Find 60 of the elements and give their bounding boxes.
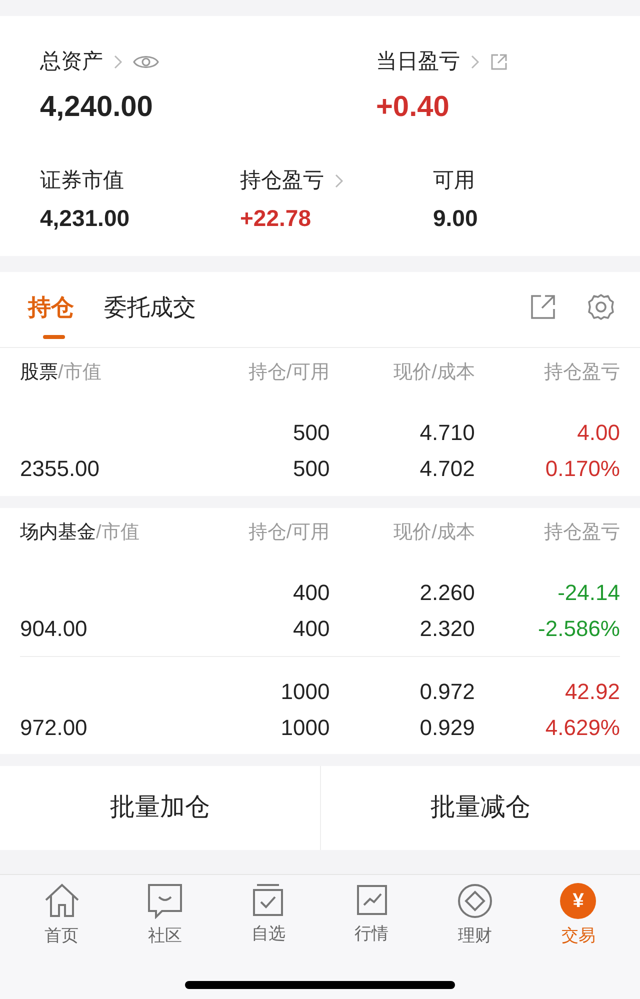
column-header: 股票/市值 (20, 362, 102, 383)
table-cell: 1000 (280, 678, 330, 706)
tab[interactable]: 委托成交 (104, 290, 196, 338)
batch-button[interactable]: 批量减仓 (320, 766, 640, 850)
share-icon[interactable] (530, 294, 556, 320)
table-cell: 4.702 (420, 455, 475, 483)
total-assets-label: 总资产 (40, 49, 103, 75)
table-cell: 904.00 (20, 615, 88, 643)
table-cell: 0.929 (420, 714, 475, 742)
table-cell: 0.170% (545, 455, 620, 483)
column-header: 场内基金/市值 (20, 522, 140, 543)
chevron-icon (470, 54, 480, 70)
home-icon (42, 883, 81, 919)
table-cell: 2355.00 (20, 455, 100, 483)
table-cell: 0.972 (420, 678, 475, 706)
chat-bubble-icon (146, 883, 183, 919)
column-header: 现价/成本 (394, 522, 475, 543)
column-header: 持仓盈亏 (544, 522, 620, 543)
stat-label: 证券市值 (40, 168, 124, 194)
column-header: 持仓/可用 (248, 362, 330, 383)
column-header: 现价/成本 (394, 362, 475, 383)
table-cell: 2.320 (420, 615, 475, 643)
column-header: 持仓/可用 (248, 522, 330, 543)
table-cell: 400 (292, 615, 330, 643)
daily-pnl-label: 当日盈亏 (376, 49, 460, 75)
table-cell: 4.00 (577, 419, 620, 447)
table-cell: 500 (292, 455, 330, 483)
share-icon[interactable] (490, 52, 508, 71)
table-cell: 2.260 (420, 579, 475, 607)
table-cell: 42.92 (564, 678, 620, 706)
batch-button[interactable]: 批量加仓 (0, 766, 320, 850)
table-cell: -2.586% (538, 615, 620, 643)
table-cell: 4.710 (420, 419, 475, 447)
nav-tab[interactable]: 首页 (22, 883, 102, 948)
table-cell: -24.14 (558, 579, 620, 607)
stat-value: 4,231.00 (40, 204, 131, 232)
nav-tab[interactable]: ¥ 交易 (538, 883, 618, 948)
nav-tab[interactable]: 理财 (434, 883, 515, 948)
stat-value: +22.78 (240, 204, 312, 232)
checkbox-icon (251, 883, 286, 917)
total-assets-value: 4,240.00 (40, 90, 154, 124)
nav-tab[interactable]: 自选 (228, 883, 308, 948)
table-cell: 4.629% (545, 714, 620, 742)
line-chart-icon (354, 883, 389, 917)
daily-pnl-value: +0.40 (376, 90, 450, 124)
yen-icon: ¥ (560, 883, 596, 919)
settings-icon[interactable] (586, 292, 616, 322)
chevron-icon (334, 172, 344, 189)
nav-tab[interactable]: 行情 (332, 883, 412, 948)
stat-label: 可用 (433, 168, 475, 194)
table-cell: 1000 (280, 714, 330, 742)
tab[interactable]: 持仓 (28, 290, 74, 338)
stat-value: 9.00 (433, 204, 478, 232)
chevron-icon (113, 54, 123, 70)
nav-tab[interactable]: 社区 (124, 883, 205, 948)
stat-label: 持仓盈亏 (240, 168, 324, 194)
table-cell: 400 (292, 579, 330, 607)
table-cell: 972.00 (20, 714, 88, 742)
table-cell: 500 (292, 419, 330, 447)
column-header: 持仓盈亏 (544, 362, 620, 383)
